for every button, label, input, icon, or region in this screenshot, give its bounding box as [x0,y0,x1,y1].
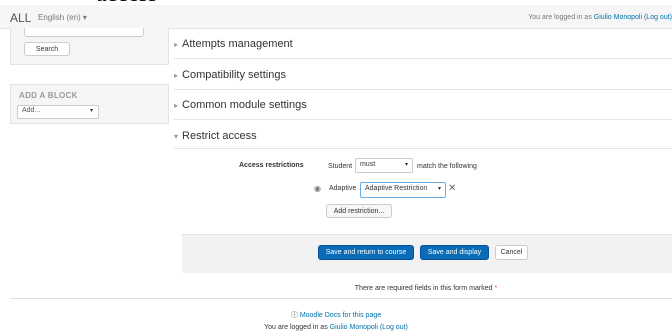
must-select[interactable]: must ▾ [355,158,413,173]
section-title: Compatibility settings [182,69,286,81]
form-buttons-bar: Save and return to course Save and displ… [182,234,672,273]
language-label: English (en) [38,13,81,22]
condition-type-value: Adaptive Restriction [365,185,428,192]
divider [174,119,672,120]
login-info: You are logged in as Giulio Monopoli (Lo… [528,14,672,21]
required-text: There are required fields in this form m… [354,285,493,292]
footer-divider [10,298,672,299]
moodle-docs-link[interactable]: Moodle Docs for this page [300,312,381,319]
section-title: Common module settings [182,99,307,111]
logout-link[interactable]: (Log out) [644,14,672,21]
login-prefix: You are logged in as [528,14,594,21]
add-restriction-button[interactable]: Add restriction... [326,204,392,218]
divider [174,58,672,59]
required-fields-note: There are required fields in this form m… [0,285,672,292]
login-prefix: You are logged in as [264,324,330,331]
section-title: Attempts management [182,38,293,50]
must-select-value: must [360,161,376,168]
section-compatibility-settings[interactable]: ▸ Compatibility settings [174,69,286,81]
divider [174,148,672,149]
collapsed-triangle-icon: ▸ [174,40,179,49]
site-brand[interactable]: ALL [10,11,31,25]
required-star: * [494,285,498,292]
eye-icon[interactable]: ◉ [314,184,321,193]
add-block-select-value: Add... [22,107,41,114]
footer-login-info: You are logged in as Giulio Monopoli (Lo… [0,324,672,331]
collapsed-triangle-icon: ▸ [174,101,179,110]
footer-logout-link[interactable]: (Log out) [380,324,408,331]
chevron-down-icon: ▾ [404,162,408,168]
match-following-label: match the following [417,163,477,170]
section-attempts-management[interactable]: ▸ Attempts management [174,38,293,50]
add-block-panel: ADD A BLOCK Add... ▾ [10,84,169,124]
search-input[interactable] [24,28,144,37]
add-block-select[interactable]: Add... ▾ [17,105,99,119]
language-menu[interactable]: English (en) ▾ [38,13,87,22]
footer-docs: ⓘ Moodle Docs for this page [0,310,672,320]
condition-name-label: Adaptive [329,185,357,192]
section-common-module-settings[interactable]: ▸ Common module settings [174,99,307,111]
chevron-down-icon: ▾ [437,186,441,192]
save-and-return-button[interactable]: Save and return to course [318,245,414,260]
access-restrictions-label: Access restrictions [239,162,304,169]
remove-condition-icon[interactable]: ✕ [448,183,456,194]
footer-user-link[interactable]: Giulio Monopoli [330,324,378,331]
divider [174,89,672,90]
info-icon: ⓘ [290,312,298,319]
user-profile-link[interactable]: Giulio Monopoli [594,14,642,21]
top-navbar: ALL English (en) ▾ You are logged in as … [0,5,672,29]
search-button[interactable]: Search [24,42,70,56]
expanded-triangle-icon: ▾ [174,132,179,141]
chevron-down-icon: ▾ [89,108,93,114]
student-label: Student [328,163,353,170]
chevron-down-icon: ▾ [82,13,87,22]
condition-type-select[interactable]: Adaptive Restriction ▾ [360,182,446,198]
search-block: Search [10,28,169,65]
collapsed-triangle-icon: ▸ [174,71,179,80]
section-title: Restrict access [182,130,257,142]
save-and-display-button[interactable]: Save and display [420,245,489,260]
add-block-title: ADD A BLOCK [19,91,78,100]
section-restrict-access[interactable]: ▾ Restrict access [174,130,257,142]
cancel-button[interactable]: Cancel [495,245,528,260]
